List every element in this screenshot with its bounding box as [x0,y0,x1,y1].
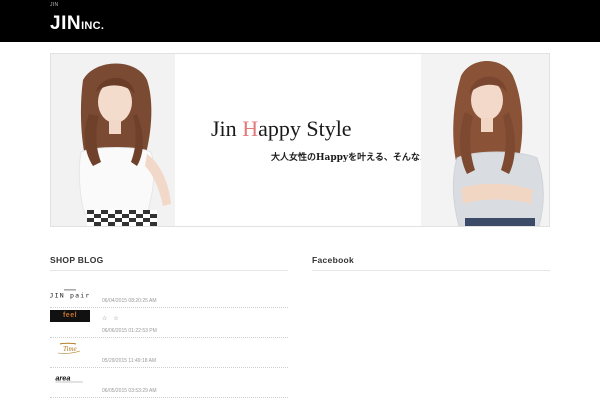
facebook-heading: Facebook [312,255,355,265]
logo-main: JIN [50,13,82,34]
banner-title-pre: Jin [211,116,243,141]
list-item[interactable]: area 06/05/2015 03:53:29 AM [50,368,288,398]
facebook-divider [312,270,550,271]
post-date: 06/05/2015 03:53:29 AM [102,388,157,394]
jin-pair-logo-icon[interactable]: JIN pair [50,289,90,300]
post-excerpt: ☆ ☆ [102,316,119,322]
time-logo-icon[interactable]: Time [50,341,90,355]
list-item[interactable]: Time 05/29/2015 11:49:18 AM [50,338,288,368]
feel-logo-icon[interactable]: feel [50,310,90,322]
post-date: 05/29/2015 11:49:18 AM [102,358,157,364]
logo-sub: INC. [81,20,105,32]
shop-blog-heading: SHOP BLOG [50,255,104,265]
banner-title-accent: H [242,116,259,141]
post-date: 06/04/2015 08:20:25 AM [102,298,157,304]
site-header: JIN JININC. [0,0,600,42]
svg-text:Time: Time [63,345,77,353]
post-date: 06/06/2015 01:22:53 PM [102,328,157,334]
list-item[interactable]: feel ☆ ☆ 06/06/2015 01:22:53 PM [50,308,288,338]
banner-title: Jin Happy Style [211,116,411,142]
shop-blog-divider [50,270,288,271]
header-tagline: JIN [50,2,59,8]
shop-blog-list: JIN pair 06/04/2015 08:20:25 AM feel ☆ ☆… [50,285,288,398]
model-photo-left [51,54,175,226]
area-logo-icon[interactable]: area [50,373,90,384]
site-logo[interactable]: JININC. [50,14,104,36]
svg-text:JIN pair: JIN pair [50,292,90,300]
hero-banner[interactable]: Jin Happy Style 大人女性のHappyを叶える、そんなスタイル [50,53,550,227]
model-photo-right [421,54,549,226]
list-item[interactable]: JIN pair 06/04/2015 08:20:25 AM [50,285,288,308]
banner-title-post: appy Style [258,116,352,141]
svg-text:area: area [55,373,70,382]
